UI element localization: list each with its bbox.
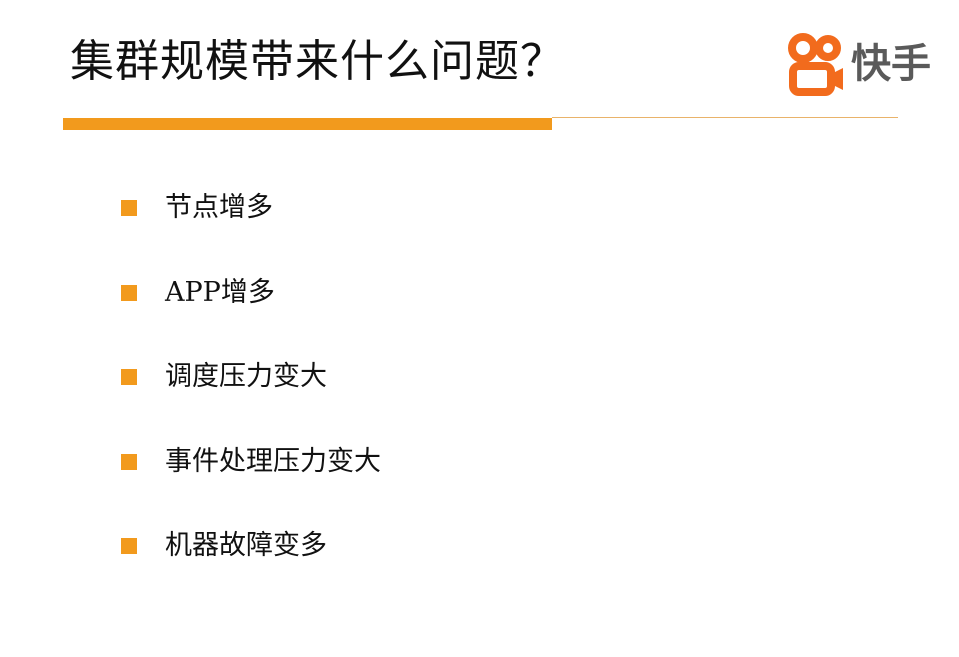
list-item: APP增多 — [121, 271, 381, 315]
list-item: 节点增多 — [121, 186, 381, 230]
kuaishou-logo-icon — [788, 33, 843, 96]
logo-text: 快手 — [851, 41, 931, 87]
bullet-square-icon — [121, 538, 137, 554]
list-item: 事件处理压力变大 — [121, 440, 381, 484]
title-underline-thin — [552, 117, 898, 118]
list-item: 调度压力变大 — [121, 355, 381, 399]
kuaishou-logo: 快手 — [787, 32, 931, 96]
bullet-text: 事件处理压力变大 — [165, 445, 381, 477]
bullet-square-icon — [121, 284, 137, 301]
list-item: 机器故障变多 — [121, 524, 381, 568]
bullet-square-icon — [121, 369, 137, 385]
bullet-list: 节点增多 APP增多 调度压力变大 事件处理压力变大 机器故障变多 — [121, 186, 381, 609]
bullet-square-icon — [121, 200, 137, 216]
bullet-text: 调度压力变大 — [165, 361, 327, 392]
bullet-text: 机器故障变多 — [165, 530, 327, 561]
bullet-text: 节点增多 — [165, 192, 273, 223]
title-underline-thick — [63, 118, 552, 130]
bullet-square-icon — [121, 453, 137, 470]
slide-title: 集群规模带来什么问题？ — [70, 36, 565, 87]
bullet-text: APP增多 — [165, 276, 275, 308]
